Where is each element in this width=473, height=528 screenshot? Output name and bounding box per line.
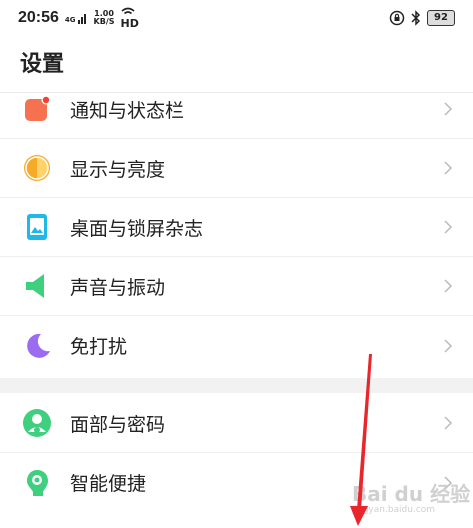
chevron-right-icon — [444, 220, 453, 234]
smart-assist-icon — [27, 469, 48, 496]
speed-unit: KB/S — [93, 17, 115, 26]
baidu-watermark: Bai du 经验 jingyan.baidu.com — [352, 478, 470, 515]
wallpaper-icon — [27, 214, 47, 240]
setting-label: 通知与状态栏 — [70, 99, 185, 122]
clock: 20:56 — [18, 9, 59, 26]
face-password-icon — [23, 409, 51, 437]
bluetooth-icon — [411, 10, 421, 26]
setting-label: 显示与亮度 — [70, 158, 166, 181]
status-left: 20:56 4G 1.00 KB/S HD — [18, 7, 139, 30]
display-brightness-icon — [24, 155, 50, 181]
battery-indicator: 92 — [427, 10, 455, 26]
chevron-right-icon — [444, 161, 453, 175]
rotation-lock-icon — [389, 10, 405, 26]
setting-notification-status-bar[interactable]: 通知与状态栏 — [0, 80, 473, 139]
setting-sound-vibration[interactable]: 声音与振动 — [0, 257, 473, 316]
signal-icon — [77, 14, 86, 24]
setting-do-not-disturb[interactable]: 免打扰 — [0, 316, 473, 375]
network-speed: 1.00 KB/S — [94, 10, 115, 26]
chevron-right-icon — [444, 416, 453, 430]
status-bar: 20:56 4G 1.00 KB/S HD 92 — [0, 0, 473, 36]
network-type: 4G — [64, 16, 76, 24]
chevron-right-icon — [444, 338, 453, 353]
watermark-text: Bai du 经验 — [352, 482, 471, 506]
moon-icon — [27, 333, 50, 358]
setting-face-password[interactable]: 面部与密码 — [0, 394, 473, 453]
setting-label: 桌面与锁屏杂志 — [70, 217, 204, 240]
signal-indicator: 4G — [65, 12, 88, 24]
hd-label: HD — [120, 16, 139, 30]
chevron-right-icon — [444, 279, 453, 293]
setting-label: 声音与振动 — [70, 276, 166, 299]
wifi-icon — [121, 7, 135, 14]
section-separator — [0, 378, 473, 393]
sound-icon — [26, 274, 44, 298]
status-right: 92 — [389, 10, 455, 26]
settings-group-1: 通知与状态栏 显示与亮度 桌面与锁屏杂志 声音与振动 免打扰 — [0, 80, 473, 375]
setting-label: 面部与密码 — [70, 413, 166, 436]
notification-icon — [25, 95, 51, 121]
setting-label: 免打扰 — [70, 336, 128, 358]
setting-desktop-lockscreen-magazine[interactable]: 桌面与锁屏杂志 — [0, 198, 473, 257]
hd-indicator: HD — [121, 7, 139, 30]
setting-display-brightness[interactable]: 显示与亮度 — [0, 139, 473, 198]
chevron-right-icon — [444, 102, 453, 116]
page-title: 设置 — [20, 52, 65, 77]
watermark-sub: jingyan.baidu.com — [352, 505, 436, 515]
